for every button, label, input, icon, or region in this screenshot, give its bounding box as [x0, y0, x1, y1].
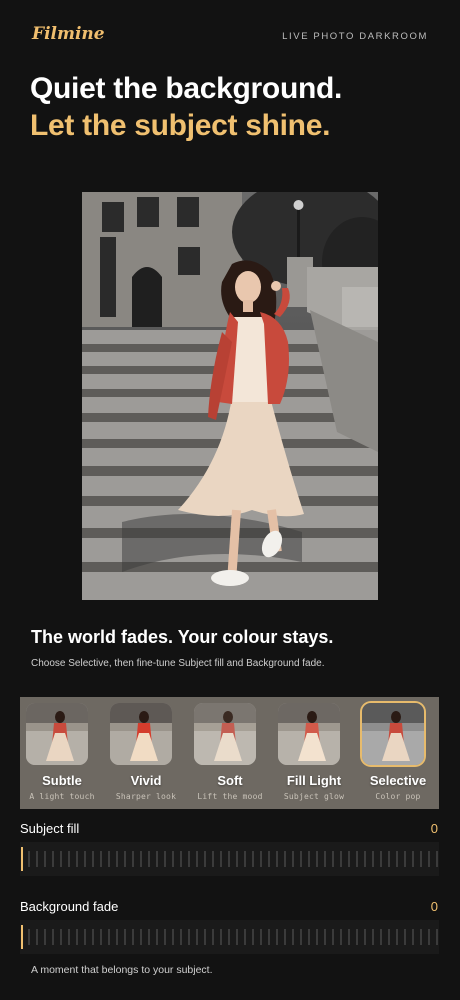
hero-heading: Quiet the background. Let the subject sh… [30, 70, 440, 144]
preset-thumbnail [194, 703, 256, 765]
preset-fill-light[interactable]: Fill Light Subject glow [272, 697, 356, 809]
app-tagline: LIVE PHOTO DARKROOM [282, 31, 428, 42]
preset-description: Color pop [375, 792, 421, 801]
preset-soft[interactable]: Soft Lift the mood [188, 697, 272, 809]
section-subtitle: Choose Selective, then fine-tune Subject… [31, 658, 325, 669]
top-bar: Filmine LIVE PHOTO DARKROOM [0, 0, 460, 70]
subject-fill-slider[interactable] [20, 842, 439, 876]
preset-strip[interactable]: Subtle A light touch Vivid Sharper look [20, 697, 439, 809]
subject-fill-value: 0 [430, 821, 438, 836]
slider-handle[interactable] [21, 925, 23, 949]
subject-fill-label: Subject fill [20, 821, 80, 836]
footer-caption: A moment that belongs to your subject. [31, 964, 213, 976]
preset-name: Soft [217, 773, 243, 788]
preset-name: Selective [369, 773, 427, 788]
hero-line-2: Let the subject shine. [30, 109, 331, 142]
preset-description: Sharper look [115, 792, 177, 801]
background-fade-slider[interactable] [20, 920, 439, 954]
slider-handle[interactable] [21, 847, 23, 871]
preset-subtle[interactable]: Subtle A light touch [20, 697, 104, 809]
preset-vivid[interactable]: Vivid Sharper look [104, 697, 188, 809]
preset-thumbnail [110, 703, 172, 765]
preset-name: Fill Light [286, 773, 342, 788]
preset-description: A light touch [29, 792, 95, 801]
preset-name: Vivid [130, 773, 162, 788]
background-fade-value: 0 [430, 899, 438, 914]
preset-description: Subject glow [283, 792, 345, 801]
brand-logo[interactable]: Filmine [32, 24, 105, 44]
preview-photo[interactable] [82, 192, 378, 600]
background-fade-label: Background fade [20, 899, 119, 914]
preset-selective[interactable]: Selective Color pop [356, 697, 439, 809]
section-title: The world fades. Your colour stays. [31, 627, 334, 647]
preset-description: Lift the mood [197, 792, 263, 801]
preset-thumbnail [278, 703, 340, 765]
hero-line-1: Quiet the background. [30, 72, 343, 105]
preset-name: Subtle [42, 773, 82, 788]
preset-thumbnail [26, 703, 88, 765]
preset-thumbnail [362, 703, 424, 765]
